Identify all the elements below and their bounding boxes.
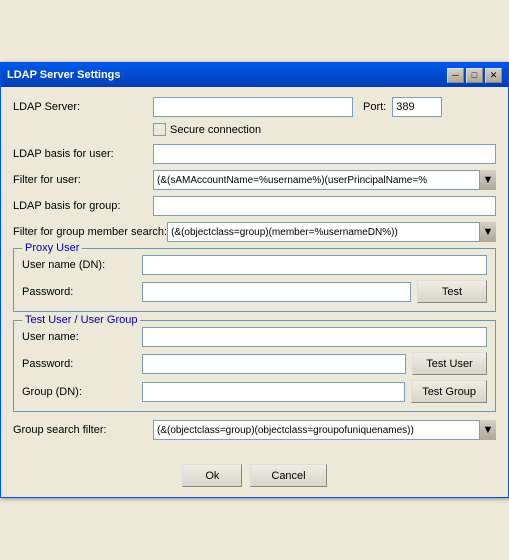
proxy-password-label: Password: <box>22 286 142 298</box>
proxy-user-section: Proxy User User name (DN): Password: Tes… <box>13 248 496 312</box>
filter-group-row: Filter for group member search: ▼ <box>13 222 496 242</box>
test-user-button[interactable]: Test User <box>412 352 487 375</box>
title-bar-controls: ─ □ ✕ <box>447 68 502 83</box>
filter-group-wrapper: ▼ <box>167 222 496 242</box>
ldap-basis-group-label: LDAP basis for group: <box>13 200 153 212</box>
test-group-label: Group (DN): <box>22 386 142 398</box>
title-bar: LDAP Server Settings ─ □ ✕ <box>1 63 508 87</box>
test-group-input[interactable] <box>142 382 405 402</box>
proxy-username-label: User name (DN): <box>22 259 142 271</box>
proxy-test-button[interactable]: Test <box>417 280 487 303</box>
maximize-button[interactable]: □ <box>466 68 483 83</box>
proxy-user-title: Proxy User <box>22 242 82 254</box>
test-group-button[interactable]: Test Group <box>411 380 487 403</box>
footer-buttons: Ok Cancel <box>1 456 508 497</box>
filter-user-input[interactable] <box>153 170 496 190</box>
test-user-title: Test User / User Group <box>22 314 140 326</box>
group-search-wrapper: ▼ <box>153 420 496 440</box>
filter-user-row: Filter for user: ▼ <box>13 170 496 190</box>
filter-user-label: Filter for user: <box>13 174 153 186</box>
cancel-button[interactable]: Cancel <box>250 464 326 487</box>
test-username-row: User name: <box>22 327 487 347</box>
ldap-basis-user-row: LDAP basis for user: <box>13 144 496 164</box>
close-button[interactable]: ✕ <box>485 68 502 83</box>
ldap-server-label: LDAP Server: <box>13 101 153 113</box>
secure-row: Secure connection <box>13 123 496 136</box>
test-group-row: Group (DN): Test Group <box>22 380 487 403</box>
test-password-input[interactable] <box>142 354 406 374</box>
test-user-section: Test User / User Group User name: Passwo… <box>13 320 496 412</box>
group-search-input[interactable] <box>153 420 496 440</box>
port-label: Port: <box>363 101 386 113</box>
group-search-label: Group search filter: <box>13 424 153 436</box>
test-username-input[interactable] <box>142 327 487 347</box>
proxy-password-row: Password: Test <box>22 280 487 303</box>
ok-button[interactable]: Ok <box>182 464 242 487</box>
secure-checkbox[interactable] <box>153 123 166 136</box>
test-password-label: Password: <box>22 358 142 370</box>
ldap-basis-user-label: LDAP basis for user: <box>13 148 153 160</box>
window-title: LDAP Server Settings <box>7 69 121 81</box>
ldap-basis-user-input[interactable] <box>153 144 496 164</box>
proxy-username-input[interactable] <box>142 255 487 275</box>
proxy-username-row: User name (DN): <box>22 255 487 275</box>
filter-group-label: Filter for group member search: <box>13 226 167 238</box>
test-password-row: Password: Test User <box>22 352 487 375</box>
filter-user-wrapper: ▼ <box>153 170 496 190</box>
group-search-row: Group search filter: ▼ <box>13 420 496 440</box>
minimize-button[interactable]: ─ <box>447 68 464 83</box>
ldap-settings-window: LDAP Server Settings ─ □ ✕ LDAP Server: … <box>0 62 509 498</box>
ldap-basis-group-row: LDAP basis for group: <box>13 196 496 216</box>
ldap-basis-group-input[interactable] <box>153 196 496 216</box>
test-username-label: User name: <box>22 331 142 343</box>
ldap-server-row: LDAP Server: Port: <box>13 97 496 117</box>
secure-label: Secure connection <box>170 124 261 136</box>
filter-group-input[interactable] <box>167 222 496 242</box>
port-input[interactable] <box>392 97 442 117</box>
form-content: LDAP Server: Port: Secure connection LDA… <box>1 87 508 456</box>
proxy-password-input[interactable] <box>142 282 411 302</box>
ldap-server-input[interactable] <box>153 97 353 117</box>
